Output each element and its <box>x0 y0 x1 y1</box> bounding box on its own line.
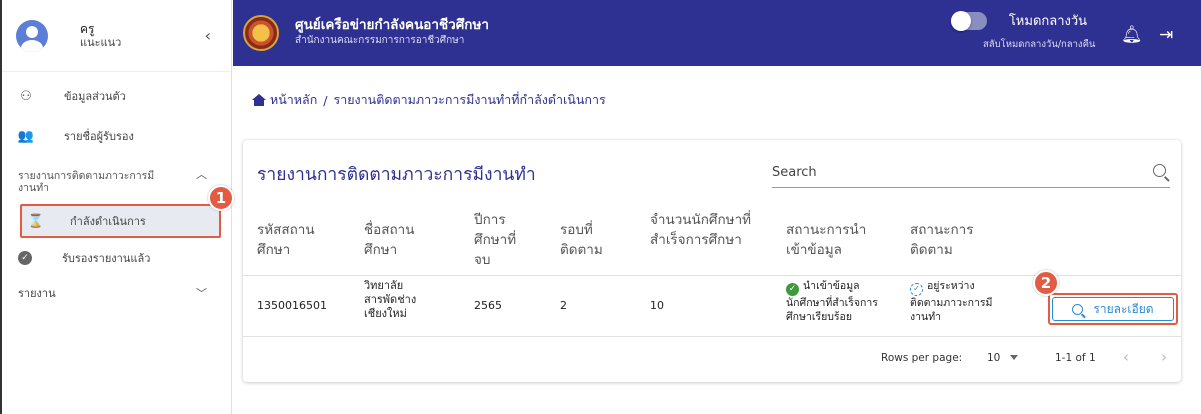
next-page-icon[interactable]: › <box>1161 348 1167 366</box>
sidebar-item-label: กำลังดำเนินการ <box>70 215 146 228</box>
home-icon[interactable] <box>252 93 266 107</box>
sidebar-item-label: รายงาน <box>18 287 56 300</box>
column-header[interactable]: ปีการศึกษาที่จบ <box>474 210 529 270</box>
breadcrumb: หน้าหลัก / รายงานติดตามภาวะการมีงานทำที่… <box>252 90 606 110</box>
logout-icon[interactable]: ⇥ <box>1159 25 1173 45</box>
organization-logo <box>243 15 279 51</box>
import-status: ✓ นำเข้าข้อมูลนักศึกษาที่สำเร็จการศึกษาเร… <box>786 279 894 324</box>
sidebar: ครู แนะแนว ‹ ⚇ ข้อมูลส่วนตัว 👥 รายชื่อผู… <box>0 0 232 414</box>
column-header[interactable]: รอบที่ติดตาม <box>560 220 620 260</box>
sidebar-item-report[interactable]: รายงาน ﹀ <box>2 278 231 308</box>
sidebar-item-profile[interactable]: ⚇ ข้อมูลส่วนตัว <box>2 76 231 116</box>
cell-school-name: วิทยาลัยสารพัดช่างเชียงใหม่ <box>364 279 417 320</box>
sidebar-item-label: รายชื่อผู้รับรอง <box>64 130 134 143</box>
sidebar-item-label: ข้อมูลส่วนตัว <box>64 90 126 103</box>
theme-toggle-group: โหมดกลางวัน สลับโหมดกลางวัน/กลางคืน <box>951 10 1095 52</box>
search-input[interactable] <box>772 158 1132 186</box>
report-card: รายงานการติดตามภาวะการมีงานทำ รหัสสถานศึ… <box>243 140 1181 382</box>
search-icon <box>1072 303 1084 315</box>
dropdown-arrow-icon <box>1010 355 1019 360</box>
cell-graduates: 10 <box>650 299 664 312</box>
search-icon[interactable] <box>1153 164 1166 177</box>
page-range: 1-1 of 1 <box>1055 352 1096 364</box>
people-icon: 👥 <box>17 128 35 144</box>
user-profile: ครู แนะแนว ‹ <box>2 0 231 72</box>
check-circle-icon: ✓ <box>18 251 32 265</box>
cell-school-code: 1350016501 <box>257 299 327 312</box>
detail-button[interactable]: รายละเอียด <box>1052 297 1174 321</box>
table-header: รหัสสถานศึกษา ชื่อสถานศึกษา ปีการศึกษาที… <box>243 206 1181 276</box>
column-header[interactable]: ชื่อสถานศึกษา <box>364 220 434 260</box>
user-name: ครู <box>80 21 95 36</box>
column-header[interactable]: รหัสสถานศึกษา <box>257 220 335 260</box>
in-progress-icon: ✓ <box>910 283 923 296</box>
import-status-text: นำเข้าข้อมูลนักศึกษาที่สำเร็จการศึกษาเรี… <box>786 280 878 323</box>
sidebar-item-certifiers[interactable]: 👥 รายชื่อผู้รับรอง <box>2 116 231 156</box>
breadcrumb-current: รายงานติดตามภาวะการมีงานทำที่กำลังดำเนิน… <box>333 92 606 107</box>
rows-per-page-select[interactable]: 10 <box>987 352 1019 364</box>
tracking-status: ✓ อยู่ระหว่างติดตามภาวะการมีงานทำ <box>910 279 1006 324</box>
prev-page-icon[interactable]: ‹ <box>1123 348 1129 366</box>
breadcrumb-home[interactable]: หน้าหลัก <box>270 90 317 110</box>
sidebar-group-employment-report[interactable]: รายงานการติดตามภาวะการมีงานทำ <box>2 162 172 200</box>
cell-round: 2 <box>560 299 567 312</box>
chevron-left-icon[interactable]: ‹ <box>205 26 211 45</box>
rows-per-page-label: Rows per page: <box>881 352 963 364</box>
sidebar-item-label: รับรองรายงานแล้ว <box>62 252 151 265</box>
user-role: แนะแนว <box>80 35 122 49</box>
column-header[interactable]: สถานะการนำเข้าข้อมูล <box>786 220 886 260</box>
check-circle-icon: ✓ <box>786 283 799 296</box>
breadcrumb-separator: / <box>323 92 328 108</box>
theme-mode-label: โหมดกลางวัน <box>1008 14 1088 29</box>
chevron-down-icon[interactable]: ﹀ <box>196 285 207 301</box>
rows-per-page-value: 10 <box>987 352 1001 364</box>
table-pagination: Rows per page: 10 1-1 of 1 ‹ › <box>243 338 1181 382</box>
top-header: ศูนย์เครือข่ายกำลังคนอาชีวศึกษา สำนักงาน… <box>233 0 1201 66</box>
cell-grad-year: 2565 <box>474 299 502 312</box>
detail-button-highlight: รายละเอียด <box>1048 293 1178 325</box>
theme-mode-hint: สลับโหมดกลางวัน/กลางคืน <box>983 39 1096 50</box>
avatar-icon[interactable] <box>16 19 48 52</box>
column-header[interactable]: จำนวนนักศึกษาที่สำเร็จการศึกษา <box>650 210 765 250</box>
chevron-up-icon[interactable]: ︿ <box>196 166 207 182</box>
theme-toggle[interactable] <box>951 10 987 31</box>
column-header[interactable]: สถานะการติดตาม <box>910 220 990 260</box>
org-subtitle: สำนักงานคณะกรรมการการอาชีวศึกษา <box>295 35 465 46</box>
sidebar-item-certified[interactable]: ✓ รับรองรายงานแล้ว <box>2 238 231 278</box>
org-name: ศูนย์เครือข่ายกำลังคนอาชีวศึกษา <box>295 17 489 33</box>
hourglass-icon: ⌛ <box>27 213 45 229</box>
search-box <box>772 158 1170 188</box>
bell-icon[interactable]: 🔔︎ <box>1121 25 1143 45</box>
user-settings-icon: ⚇ <box>20 88 32 104</box>
step-badge-1: 1 <box>208 185 234 211</box>
detail-button-label: รายละเอียด <box>1093 301 1154 316</box>
step-badge-2: 2 <box>1033 270 1059 296</box>
card-title: รายงานการติดตามภาวะการมีงานทำ <box>257 165 536 185</box>
sidebar-group-label: รายงานการติดตามภาวะการมีงานทำ <box>18 170 155 194</box>
sidebar-item-in-progress[interactable]: ⌛ กำลังดำเนินการ <box>20 204 221 238</box>
